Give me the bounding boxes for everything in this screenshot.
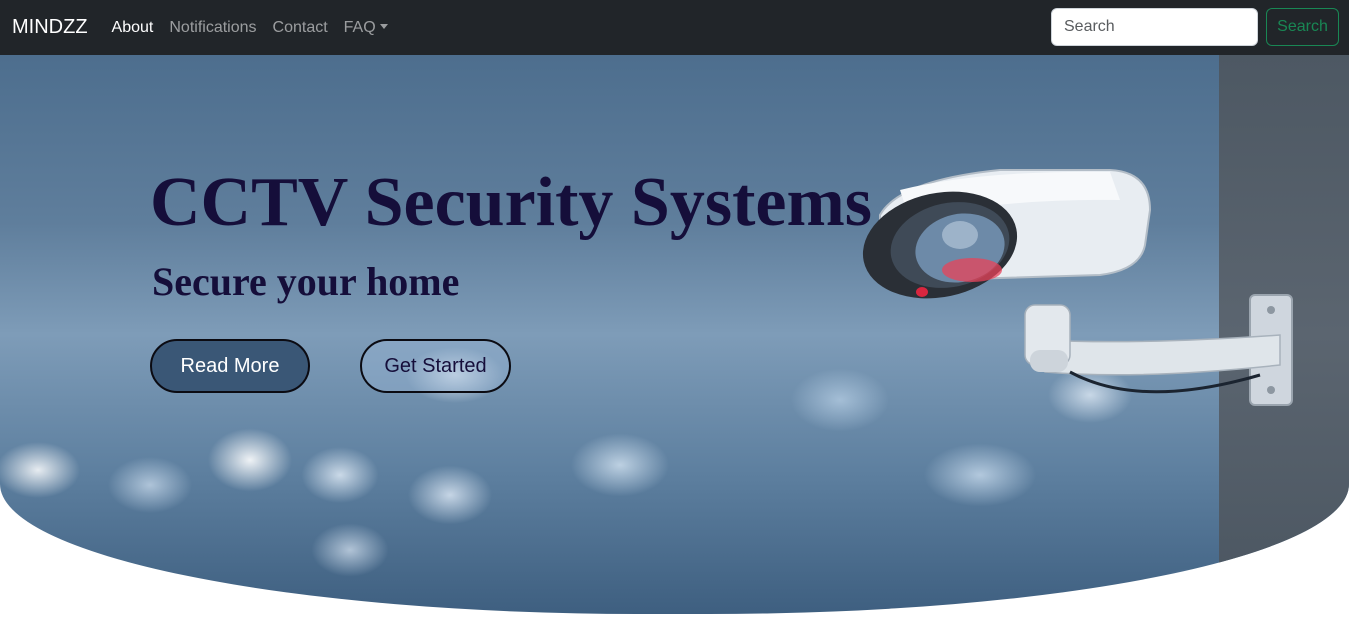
nav-link-contact[interactable]: Contact xyxy=(273,19,328,37)
caret-down-icon xyxy=(379,23,388,29)
get-started-button[interactable]: Get Started xyxy=(360,339,511,393)
read-more-button[interactable]: Read More xyxy=(150,339,310,393)
nav-link-notifications[interactable]: Notifications xyxy=(169,19,256,37)
hero-subtitle: Secure your home xyxy=(152,259,460,304)
nav-link-faq-label: FAQ xyxy=(343,18,376,36)
hero-title: CCTV Security Systems xyxy=(150,164,873,241)
top-navbar: MINDZZ About Notifications Contact FAQ S… xyxy=(0,0,1349,55)
search-button[interactable]: Search xyxy=(1266,8,1339,46)
brand-logo[interactable]: MINDZZ xyxy=(12,16,88,39)
search-form: Search xyxy=(1051,8,1339,46)
nav-link-about[interactable]: About xyxy=(112,19,154,37)
cctv-camera-image xyxy=(862,169,1293,406)
hero-banner: CCTV Security Systems Secure your home R… xyxy=(0,55,1349,614)
nav-link-faq-dropdown[interactable]: FAQ xyxy=(344,19,388,37)
search-input[interactable] xyxy=(1051,8,1258,46)
